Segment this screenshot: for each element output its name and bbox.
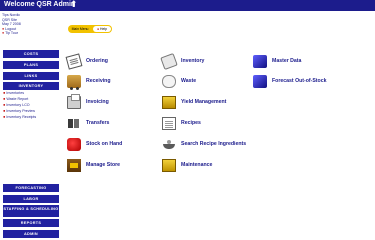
bullet-icon: ● xyxy=(2,26,5,31)
clipboard-icon xyxy=(65,52,83,70)
bullet-icon: ● xyxy=(97,27,100,31)
store-box-icon xyxy=(67,158,81,172)
main-menu-button[interactable]: Main Menu xyxy=(69,26,91,32)
user-info: Tips Nordic QSR Site May 7 2008 ● Logout… xyxy=(2,13,58,36)
sublink-inventory-receipts[interactable]: ●Inventory Receipts xyxy=(3,114,59,120)
truck-icon xyxy=(67,74,81,90)
forecast-icon xyxy=(253,74,267,88)
nav-links[interactable]: LINKS xyxy=(3,72,59,80)
nav-costs[interactable]: COSTS xyxy=(3,50,59,58)
maintenance-icon xyxy=(162,158,176,172)
mouse-cursor-icon: ⬆ xyxy=(70,0,78,9)
nav-labor[interactable]: LABOR xyxy=(3,195,59,203)
menu-ordering[interactable]: Ordering xyxy=(65,52,108,70)
menu-transfers[interactable]: Transfers xyxy=(67,116,109,130)
help-button[interactable]: ● Help xyxy=(93,26,111,32)
sidebar: Tips Nordic QSR Site May 7 2008 ● Logout… xyxy=(0,11,60,240)
menu-maintenance[interactable]: Maintenance xyxy=(162,158,212,172)
master-data-icon xyxy=(253,54,267,68)
printer-icon xyxy=(67,93,81,109)
menu-invoicing[interactable]: Invoicing xyxy=(67,93,109,109)
menu-yield-management[interactable]: Yield Management xyxy=(162,95,226,109)
tip-tour-link[interactable]: ● Tip Tour xyxy=(2,31,58,36)
menu-inventory[interactable]: Inventory xyxy=(160,52,204,70)
menu-stock-on-hand[interactable]: Stock on Hand xyxy=(67,137,122,151)
menu-pills: Main Menu ● Help xyxy=(68,25,112,33)
menu-master-data[interactable]: Master Data xyxy=(253,54,301,68)
inventory-icon xyxy=(160,52,178,70)
nav-staffing-scheduling[interactable]: STAFFING & SCHEDULING xyxy=(3,205,59,217)
nav-forecasting[interactable]: FORECASTING xyxy=(3,184,59,192)
menu-receiving[interactable]: Receiving xyxy=(67,74,111,90)
transfer-icon xyxy=(67,117,81,130)
menu-forecast-out-of-stock[interactable]: Forecast Out-of-Stock xyxy=(253,74,326,88)
main-content: Main Menu ● Help Ordering Receiving Invo… xyxy=(60,11,375,240)
menu-recipes[interactable]: Recipes xyxy=(162,116,201,130)
nav-reports[interactable]: REPORTS xyxy=(3,219,59,227)
yield-icon xyxy=(162,95,176,109)
welcome-title: Welcome QSR Admin xyxy=(4,1,76,8)
recipe-icon xyxy=(162,116,176,130)
search-recipe-icon xyxy=(162,138,176,151)
waste-icon xyxy=(162,74,176,88)
menu-search-recipe-ingredients[interactable]: Search Recipe Ingredients xyxy=(162,137,246,151)
menu-manage-store[interactable]: Manage Store xyxy=(67,158,120,172)
nav-admin[interactable]: ADMIN xyxy=(3,230,59,238)
stock-icon xyxy=(67,137,81,151)
nav-inventory[interactable]: INVENTORY xyxy=(3,82,59,90)
menu-waste[interactable]: Waste xyxy=(162,74,196,88)
inventory-submenu: ●Inventories ●Waste Report ●Inventory LC… xyxy=(3,90,59,120)
top-header-bar: Welcome QSR Admin ⬆ xyxy=(0,0,375,11)
bullet-icon: ● xyxy=(2,31,5,36)
nav-plans[interactable]: PLANS xyxy=(3,61,59,69)
